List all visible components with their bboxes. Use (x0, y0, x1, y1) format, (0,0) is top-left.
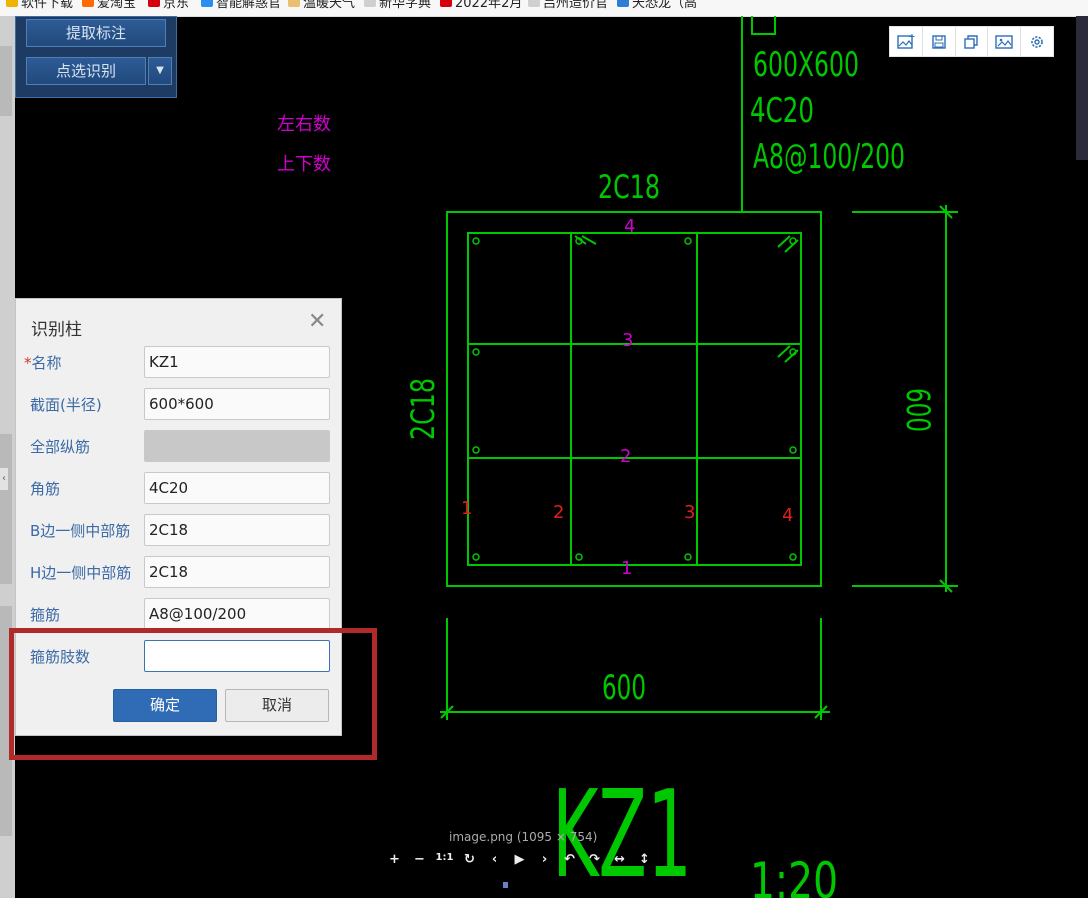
corner-bar-field[interactable]: 4C20 (144, 472, 330, 504)
dim-height-label: 600 (899, 388, 937, 432)
field-label-b-side-bar: B边一侧中部筋 (30, 522, 131, 540)
count-label: 2 (620, 446, 631, 467)
rotate-right-icon[interactable]: ↷ (582, 852, 607, 867)
count-label: 1 (621, 558, 632, 579)
previous-icon[interactable]: ‹ (482, 852, 507, 867)
dialog-title: 识别柱 (31, 320, 82, 340)
section-label: 600X600 (753, 45, 859, 85)
name-field[interactable]: KZ1 (144, 346, 330, 378)
field-label-text: 名称 (31, 354, 62, 372)
zoom-in-icon[interactable]: + (382, 852, 407, 867)
save-icon[interactable] (923, 27, 956, 56)
settings-icon[interactable] (1021, 27, 1053, 56)
add-image-icon[interactable] (890, 27, 923, 56)
highlight-box (9, 628, 377, 760)
count-label: 1 (461, 498, 472, 519)
annotation-left-right: 左右数 (277, 114, 331, 135)
identify-panel: 提取标注 点选识别 ▼ (15, 16, 177, 98)
next-icon[interactable]: › (532, 852, 557, 867)
count-label: 3 (622, 330, 633, 351)
field-label-name: *名称 (24, 352, 62, 373)
count-label: 4 (624, 216, 635, 237)
image-caption: image.png (1095 × 754) (449, 830, 598, 844)
all-rebar-field (144, 430, 330, 462)
h-side-bar-field[interactable]: 2C18 (144, 556, 330, 588)
field-label-corner-bar: 角筋 (30, 480, 61, 498)
flip-vertical-icon[interactable]: ↕ (632, 852, 657, 867)
b-side-bar-field[interactable]: 2C18 (144, 514, 330, 546)
stirrup-field[interactable]: A8@100/200 (144, 598, 330, 630)
corner-bar-label: 4C20 (750, 91, 814, 131)
stirrup-label: A8@100/200 (753, 137, 905, 177)
required-marker: * (24, 354, 32, 372)
point-select-button[interactable]: 点选识别 (26, 57, 146, 85)
rotate-left-icon[interactable]: ↶ (557, 852, 582, 867)
viewer-indicator (503, 882, 508, 888)
dim-width-label: 600 (602, 668, 646, 708)
right-scrollbar[interactable] (1076, 16, 1088, 160)
flip-horizontal-icon[interactable]: ↔ (607, 852, 632, 867)
section-field[interactable]: 600*600 (144, 388, 330, 420)
field-label-stirrup: 箍筋 (30, 606, 61, 624)
image-icon[interactable] (988, 27, 1022, 56)
play-icon[interactable]: ▶ (507, 852, 532, 867)
field-label-all-rebar: 全部纵筋 (30, 438, 91, 456)
close-icon[interactable]: ✕ (308, 311, 326, 333)
count-label: 2 (553, 502, 564, 523)
annotation-up-down: 上下数 (277, 154, 331, 175)
field-label-section: 截面(半径) (30, 396, 102, 414)
scale-label: 1:20 (750, 852, 838, 898)
count-label: 4 (782, 505, 793, 526)
extract-annotation-button[interactable]: 提取标注 (26, 19, 166, 47)
side-bar-label: 2C18 (404, 378, 442, 440)
field-label-h-side-bar: H边一侧中部筋 (30, 564, 132, 582)
top-bar-label: 2C18 (598, 168, 660, 206)
count-label: 3 (684, 502, 695, 523)
zoom-out-icon[interactable]: − (407, 852, 432, 867)
image-viewer-controls: + − 1:1 ↻ ‹ ▶ › ↶ ↷ ↔ ↕ (382, 852, 657, 867)
rebar-dots (472, 237, 797, 561)
viewer-toolbar (889, 26, 1054, 57)
reset-icon[interactable]: ↻ (457, 852, 482, 867)
copy-icon[interactable] (956, 27, 989, 56)
dropdown-caret-icon[interactable]: ▼ (148, 57, 172, 85)
actual-size-icon[interactable]: 1:1 (432, 852, 457, 867)
